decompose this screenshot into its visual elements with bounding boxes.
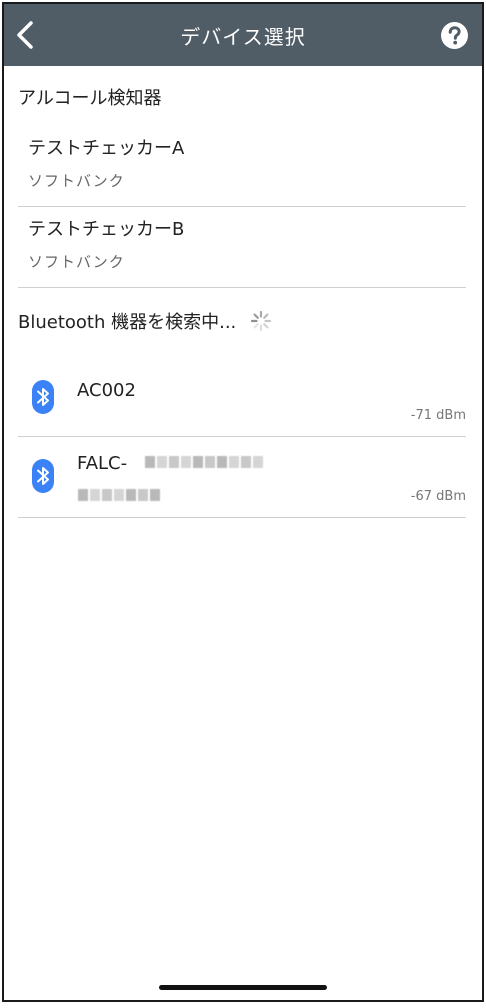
- signal-strength: -71 dBm: [410, 408, 466, 423]
- chevron-left-icon[interactable]: [12, 20, 40, 50]
- bluetooth-icon: [32, 459, 54, 493]
- signal-strength: -67 dBm: [410, 489, 466, 504]
- loading-spinner-icon: [251, 310, 272, 332]
- device-name: テストチェッカーA: [28, 138, 185, 159]
- bluetooth-device-item[interactable]: AC002 -71 dBm: [18, 356, 466, 437]
- bluetooth-device-item[interactable]: FALC- -67 dBm: [18, 437, 466, 518]
- bluetooth-search-header: Bluetooth 機器を検索中...: [4, 308, 482, 334]
- registered-device-item[interactable]: テストチェッカーB ソフトバンク: [18, 207, 466, 288]
- bluetooth-search-label: Bluetooth 機器を検索中...: [18, 312, 237, 333]
- navigation-bar: デバイス選択: [4, 4, 482, 66]
- app-screen: デバイス選択 アルコール検知器 テストチェッカーA ソフトバンク テストチェッカ…: [2, 2, 484, 1002]
- bluetooth-device-list: AC002 -71 dBm FALC- -67 dBm: [4, 356, 482, 518]
- registered-devices-header: アルコール検知器: [18, 88, 162, 109]
- device-carrier: ソフトバンク: [28, 253, 125, 271]
- bluetooth-device-name: FALC-: [77, 453, 128, 474]
- device-carrier: ソフトバンク: [28, 172, 125, 190]
- page-title: デバイス選択: [180, 24, 306, 49]
- question-circle-icon[interactable]: [441, 22, 468, 49]
- home-indicator: [159, 985, 327, 990]
- registered-device-item[interactable]: テストチェッカーA ソフトバンク: [18, 118, 466, 207]
- redacted-serial: [145, 456, 263, 468]
- bluetooth-device-name: AC002: [77, 380, 136, 401]
- bluetooth-icon: [32, 380, 54, 414]
- redacted-detail: [78, 489, 160, 501]
- device-name: テストチェッカーB: [28, 219, 185, 240]
